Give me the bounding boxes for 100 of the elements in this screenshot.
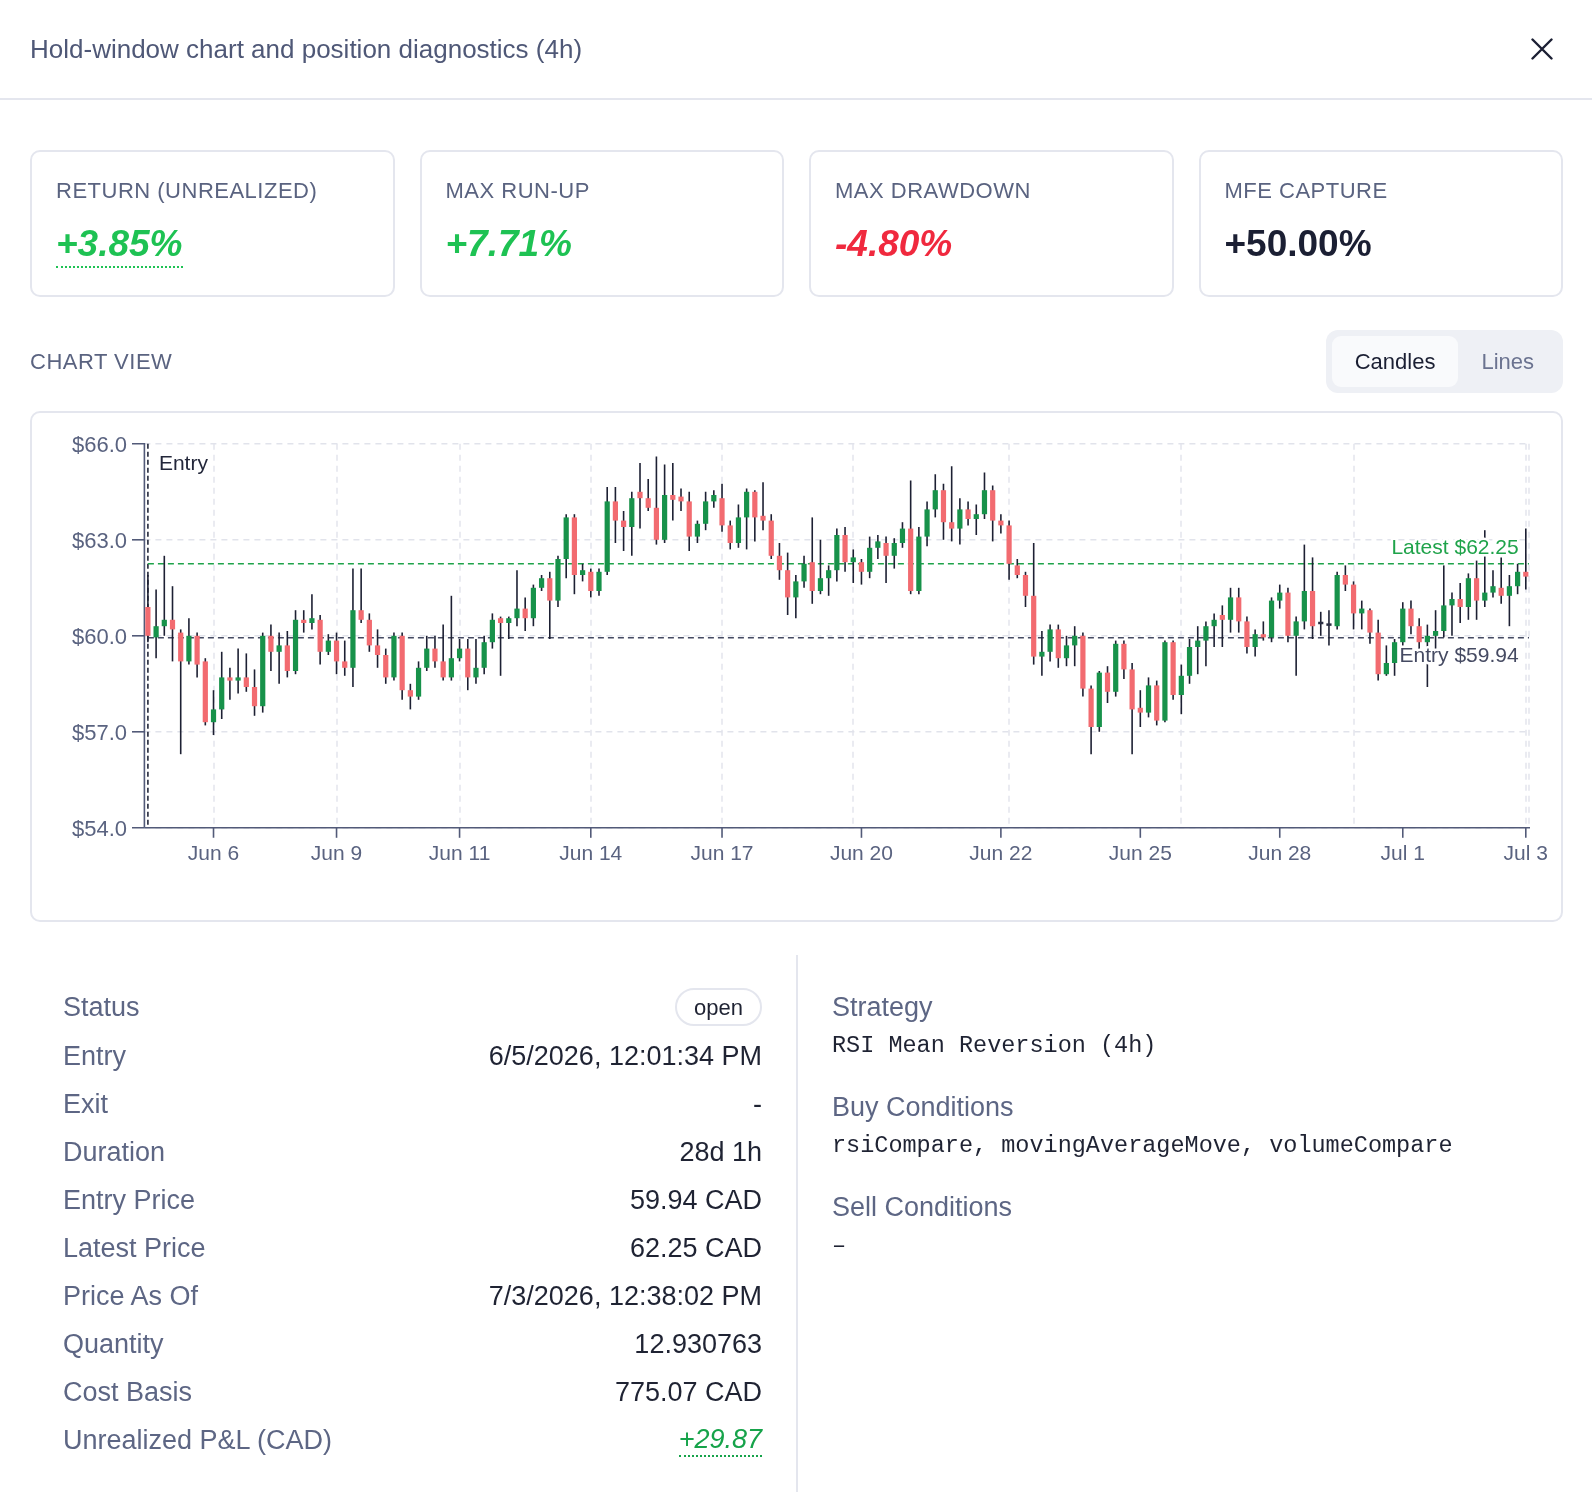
candlestick — [596, 567, 602, 597]
candlestick — [383, 647, 389, 685]
candlestick — [210, 689, 217, 736]
candlestick — [1063, 635, 1070, 667]
candlestick — [276, 631, 282, 685]
x-axis-label: Jun 17 — [690, 841, 754, 865]
candlestick — [1383, 644, 1389, 677]
candlestick — [793, 574, 799, 619]
candlestick — [1515, 563, 1521, 595]
candlestick — [1236, 587, 1242, 634]
x-axis-label: Jun 9 — [310, 841, 363, 865]
metric-value: -4.80% — [835, 222, 953, 266]
metric-value: +50.00% — [1224, 222, 1372, 266]
metric-value: +7.71% — [445, 222, 573, 266]
candlestick — [1039, 630, 1045, 677]
candlestick — [432, 635, 438, 669]
candlestick — [1178, 663, 1184, 715]
metric-value: +3.85% — [56, 222, 183, 268]
chart-view-label: CHART VIEW — [30, 348, 173, 376]
candlestick — [883, 535, 889, 584]
candlestick — [1277, 583, 1283, 610]
field-label: Status — [63, 990, 140, 1024]
field-label: Sell Conditions — [832, 1191, 1013, 1224]
view-tab[interactable]: Lines — [1458, 336, 1557, 387]
x-axis-label: Jul 3 — [1503, 841, 1548, 865]
x-axis-label: Jun 6 — [187, 841, 240, 865]
candlestick — [1219, 604, 1225, 648]
candlestick — [645, 478, 651, 512]
y-axis-label: $60.0 — [71, 623, 127, 649]
field-label: Exit — [63, 1087, 108, 1121]
candlestick — [547, 571, 553, 640]
candlestick — [235, 647, 241, 695]
field-value: 28d 1h — [679, 1135, 762, 1169]
candlestick — [949, 465, 955, 543]
metric-label: MAX RUN-UP — [445, 177, 590, 205]
y-axis-label: $54.0 — [71, 815, 127, 841]
x-axis-label: Jun 11 — [428, 841, 491, 865]
candlestick — [1104, 665, 1111, 704]
candlestick — [325, 633, 331, 656]
candlestick — [514, 569, 520, 627]
candlestick — [891, 537, 897, 570]
candlestick — [169, 585, 176, 663]
candlestick — [309, 593, 315, 631]
candlestick — [678, 487, 684, 512]
x-axis-label: Jun 28 — [1248, 841, 1312, 865]
candlestick — [497, 615, 504, 677]
field-label: Unrealized P&L (CAD) — [63, 1423, 333, 1457]
close-icon — [1531, 38, 1553, 60]
candlestick — [161, 555, 167, 637]
field-value: 62.25 CAD — [629, 1231, 762, 1265]
y-axis-label: $66.0 — [71, 431, 127, 457]
field-value: 12.930763 — [634, 1327, 762, 1361]
candlestick — [621, 510, 627, 552]
candlestick — [1137, 689, 1143, 728]
x-axis-label: Jun 25 — [1108, 841, 1172, 865]
candlestick — [489, 612, 495, 650]
dialog-title: Hold-window chart and position diagnostics (4h) — [30, 32, 583, 66]
candlestick — [1227, 587, 1234, 634]
field-label: Duration — [63, 1135, 166, 1169]
candlestick — [1457, 582, 1463, 624]
y-axis-label: $63.0 — [71, 527, 127, 553]
pnl-value: +29.87 — [678, 1423, 762, 1457]
close-button[interactable] — [1530, 37, 1554, 61]
x-axis-label: Jun 14 — [559, 841, 623, 865]
candlestick — [358, 567, 364, 624]
candlestick — [875, 534, 881, 560]
x-axis-label: Jun 20 — [829, 841, 893, 865]
field-label: Price As Of — [63, 1279, 199, 1313]
field-label: Strategy — [832, 991, 933, 1024]
view-tab[interactable]: Candles — [1331, 336, 1459, 387]
candlestick — [251, 668, 258, 717]
field-value: - — [753, 1087, 762, 1121]
entry-line-label: Entry — [158, 450, 208, 474]
candlestick — [374, 628, 381, 669]
candlestick — [1203, 620, 1209, 667]
candlestick — [957, 497, 963, 546]
field-label: Entry Price — [63, 1183, 196, 1217]
code-value: rsiCompare, movingAverageMove, volumeCompare — [832, 1131, 1453, 1161]
candlestick — [1391, 638, 1398, 677]
candlestick — [858, 558, 865, 586]
candlestick — [506, 615, 512, 640]
candlestick — [407, 683, 413, 711]
candlestick — [826, 564, 832, 597]
field-value: 7/3/2026, 12:38:02 PM — [488, 1279, 762, 1313]
candlestick — [522, 596, 528, 632]
candlestick — [965, 500, 971, 527]
candlestick — [1252, 628, 1258, 658]
candlestick — [637, 462, 643, 530]
metric-label: MAX DRAWDOWN — [835, 177, 1031, 205]
field-value: 6/5/2026, 12:01:34 PM — [488, 1039, 762, 1073]
x-axis-label: Jun 22 — [969, 841, 1033, 865]
candlestick — [801, 555, 807, 589]
candlestick — [1047, 623, 1053, 663]
metric-label: MFE CAPTURE — [1224, 177, 1388, 205]
code-value: RSI Mean Reversion (4h) — [832, 1031, 1157, 1061]
field-label: Cost Basis — [63, 1375, 193, 1409]
candlestick — [342, 639, 348, 677]
code-value: – — [832, 1231, 847, 1261]
candlestick — [268, 623, 274, 672]
candlestick — [670, 462, 676, 522]
